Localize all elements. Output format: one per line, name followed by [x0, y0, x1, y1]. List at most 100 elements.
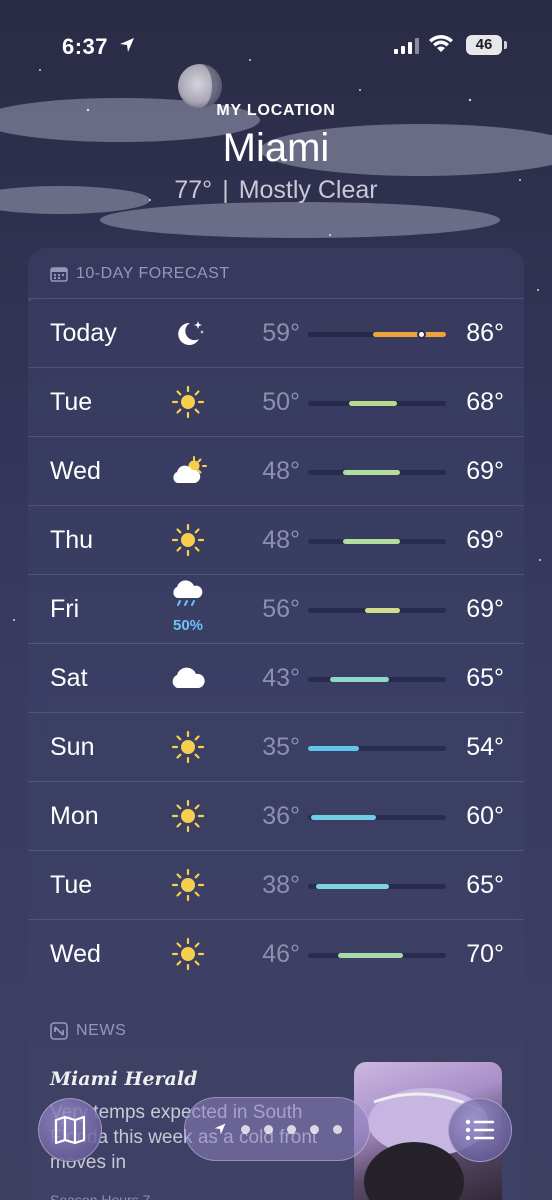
location-pager[interactable]	[184, 1097, 370, 1161]
temperature-range-track	[308, 608, 446, 613]
temperature-range-track	[308, 815, 446, 820]
news-icon	[50, 1022, 68, 1040]
high-temperature: 69°	[466, 457, 504, 485]
map-icon	[54, 1115, 86, 1145]
forecast-day: Wed	[50, 457, 101, 485]
precipitation-chance: 50%	[172, 617, 204, 634]
high-temperature: 65°	[466, 664, 504, 692]
forecast-row[interactable]: Wed 46° 70°	[28, 919, 524, 988]
status-bar: 6:37 46	[0, 0, 552, 90]
cloud-icon	[168, 660, 208, 696]
current-condition: Mostly Clear	[238, 176, 378, 204]
forecast-day: Tue	[50, 871, 93, 899]
page-dot[interactable]	[263, 1124, 273, 1134]
high-temperature: 69°	[466, 526, 504, 554]
sun-icon	[168, 384, 208, 420]
news-title: NEWS	[76, 1022, 127, 1039]
rain-cloud-icon	[168, 579, 208, 615]
status-time: 6:37	[62, 34, 109, 59]
forecast-row[interactable]: Tue 50° 68°	[28, 367, 524, 436]
temperature-range-track	[308, 539, 446, 544]
moon-stars-icon	[168, 315, 208, 351]
news-meta: Season Hours 7	[50, 1192, 151, 1200]
temperature-range-bar	[310, 815, 376, 820]
cellular-signal-icon	[394, 38, 419, 54]
sun-icon	[168, 936, 208, 972]
forecast-row[interactable]: Sat 43° 65°	[28, 643, 524, 712]
forecast-day: Tue	[50, 388, 93, 416]
calendar-icon	[50, 267, 68, 282]
forecast-card[interactable]: 10-DAY FORECAST Today 59° 86° Tue 50° 68° Wed 4…	[28, 248, 524, 998]
low-temperature: 46°	[262, 940, 300, 968]
high-temperature: 69°	[466, 595, 504, 623]
battery-indicator: 46	[466, 35, 502, 55]
forecast-day: Sun	[50, 733, 95, 761]
high-temperature: 54°	[466, 733, 504, 761]
temperature-range-track	[308, 953, 446, 958]
temperature-range-track	[308, 330, 446, 339]
current-location-arrow-icon	[214, 1123, 225, 1135]
low-temperature: 59°	[262, 319, 300, 347]
temperature-range-track	[308, 470, 446, 475]
page-dot[interactable]	[240, 1124, 250, 1134]
temperature-range-bar	[337, 953, 403, 958]
low-temperature: 50°	[262, 388, 300, 416]
forecast-day: Mon	[50, 802, 99, 830]
list-button[interactable]	[448, 1098, 512, 1162]
temperature-range-bar	[343, 470, 400, 475]
low-temperature: 43°	[262, 664, 300, 692]
sun-icon	[168, 522, 208, 558]
city-name: Miami	[222, 126, 330, 170]
forecast-header: 10-DAY FORECAST	[50, 264, 230, 284]
high-temperature: 65°	[466, 871, 504, 899]
list-icon	[465, 1119, 495, 1141]
forecast-row[interactable]: Thu 48° 69°	[28, 505, 524, 574]
low-temperature: 56°	[262, 595, 300, 623]
current-conditions: 77° | Mostly Clear	[0, 176, 552, 205]
forecast-row[interactable]: Today 59° 86°	[28, 298, 524, 367]
temperature-range-track	[308, 401, 446, 406]
current-temperature-marker	[417, 330, 427, 339]
conditions-separator: |	[222, 176, 229, 204]
low-temperature: 48°	[262, 526, 300, 554]
forecast-day: Sat	[50, 664, 88, 692]
forecast-row[interactable]: Sun 35° 54°	[28, 712, 524, 781]
high-temperature: 70°	[466, 940, 504, 968]
page-dot[interactable]	[309, 1124, 319, 1134]
temperature-range-bar	[372, 332, 446, 337]
forecast-row[interactable]: Tue 38° 65°	[28, 850, 524, 919]
temperature-range-track	[308, 746, 446, 751]
map-button[interactable]	[38, 1098, 102, 1162]
temperature-range-bar	[364, 608, 400, 613]
low-temperature: 35°	[262, 733, 300, 761]
location-label: MY LOCATION	[216, 102, 336, 119]
temperature-range-bar	[308, 746, 360, 751]
sun-icon	[168, 798, 208, 834]
wifi-icon	[429, 35, 453, 52]
forecast-day: Wed	[50, 940, 101, 968]
forecast-day: Fri	[50, 595, 80, 623]
sun-icon	[168, 867, 208, 903]
temperature-range-track	[308, 884, 446, 889]
high-temperature: 86°	[466, 319, 504, 347]
high-temperature: 60°	[466, 802, 504, 830]
news-header: NEWS	[50, 1022, 126, 1040]
temperature-range-bar	[348, 401, 398, 406]
temperature-range-track	[308, 677, 446, 682]
news-source: Miami Herald	[50, 1068, 198, 1090]
forecast-row[interactable]: Fri 50% 56° 69°	[28, 574, 524, 643]
forecast-row[interactable]: Wed 48° 69°	[28, 436, 524, 505]
low-temperature: 38°	[262, 871, 300, 899]
forecast-row[interactable]: Mon 36° 60°	[28, 781, 524, 850]
forecast-day: Today	[50, 319, 117, 347]
forecast-title: 10-DAY FORECAST	[76, 265, 230, 282]
partly-cloudy-icon	[168, 453, 208, 489]
temperature-range-bar	[343, 539, 400, 544]
temperature-range-bar	[329, 677, 390, 682]
page-dot[interactable]	[332, 1124, 342, 1134]
location-header: MY LOCATION Miami 77° | Mostly Clear	[0, 102, 552, 205]
page-dot[interactable]	[286, 1124, 296, 1134]
battery-nub	[504, 41, 507, 49]
temperature-range-bar	[316, 884, 390, 889]
low-temperature: 48°	[262, 457, 300, 485]
